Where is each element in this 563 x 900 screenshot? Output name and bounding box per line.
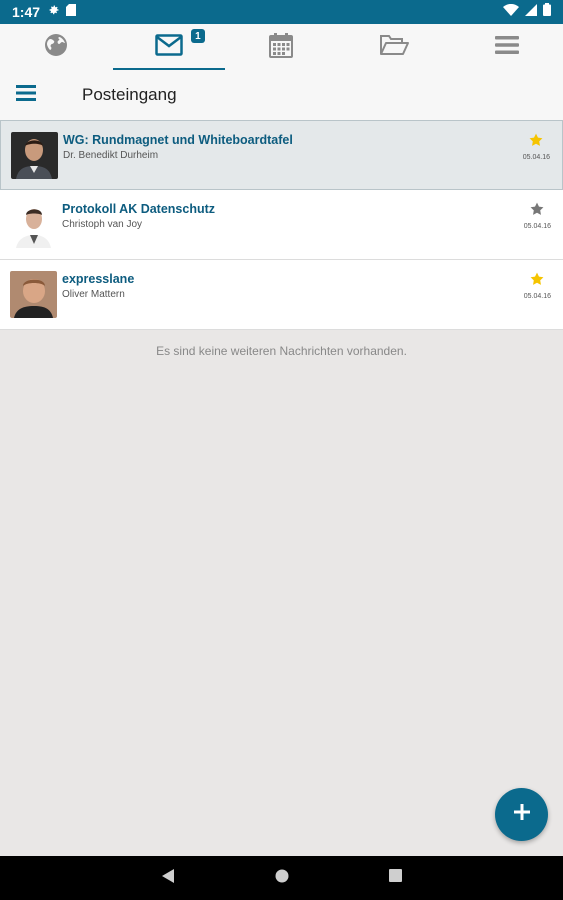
recents-icon[interactable] <box>389 869 402 887</box>
tab-folder[interactable] <box>338 24 451 70</box>
message-subject: Protokoll AK Datenschutz <box>62 202 216 216</box>
tab-mail[interactable]: 1 <box>112 24 226 70</box>
settings-icon <box>48 3 60 21</box>
battery-icon <box>543 3 551 21</box>
drawer-menu-button[interactable] <box>6 75 46 115</box>
calendar-icon <box>269 32 294 63</box>
hamburger-icon <box>16 84 36 106</box>
message-date: 05.04.16 <box>523 223 551 230</box>
folder-open-icon <box>379 34 410 61</box>
message-item[interactable]: WG: Rundmagnet und Whiteboardtafel Dr. B… <box>0 120 563 190</box>
wifi-icon <box>503 3 519 21</box>
star-icon[interactable] <box>530 272 544 291</box>
status-bar: 1:47 <box>0 0 563 24</box>
message-item[interactable]: expresslane Oliver Mattern 05.04.16 <box>0 260 563 330</box>
avatar <box>11 131 58 179</box>
page-title: Posteingang <box>82 85 177 104</box>
tab-globe[interactable] <box>0 24 113 70</box>
message-date: 05.04.16 <box>522 154 550 161</box>
tab-bar: 1 <box>0 24 563 70</box>
menu-icon <box>494 35 519 60</box>
back-icon[interactable] <box>161 868 175 889</box>
message-subject: expresslane <box>62 272 135 286</box>
unread-badge: 1 <box>190 29 205 43</box>
page-header: Posteingang <box>0 70 563 120</box>
home-icon[interactable] <box>275 869 289 888</box>
avatar <box>10 271 57 318</box>
signal-icon <box>525 3 537 21</box>
message-date: 05.04.16 <box>523 293 551 300</box>
message-sender: Oliver Mattern <box>62 289 125 300</box>
system-navigation-bar <box>0 856 563 900</box>
star-icon[interactable] <box>530 202 544 221</box>
avatar <box>10 201 57 248</box>
message-sender: Dr. Benedikt Durheim <box>63 149 159 161</box>
empty-list-note: Es sind keine weiteren Nachrichten vorha… <box>156 344 407 358</box>
tab-menu[interactable] <box>450 24 563 70</box>
compose-button[interactable] <box>495 788 548 841</box>
message-list: WG: Rundmagnet und Whiteboardtafel Dr. B… <box>0 120 563 330</box>
message-item[interactable]: Protokoll AK Datenschutz Christoph van J… <box>0 190 563 260</box>
tab-calendar[interactable] <box>225 24 338 70</box>
plus-icon <box>513 804 530 825</box>
star-icon[interactable] <box>529 133 543 152</box>
status-time: 1:47 <box>12 4 41 20</box>
message-subject: WG: Rundmagnet und Whiteboardtafel <box>63 132 293 147</box>
mail-icon <box>155 33 183 61</box>
sd-card-icon <box>66 3 77 21</box>
globe-icon <box>44 33 68 62</box>
message-sender: Christoph van Joy <box>62 219 143 230</box>
